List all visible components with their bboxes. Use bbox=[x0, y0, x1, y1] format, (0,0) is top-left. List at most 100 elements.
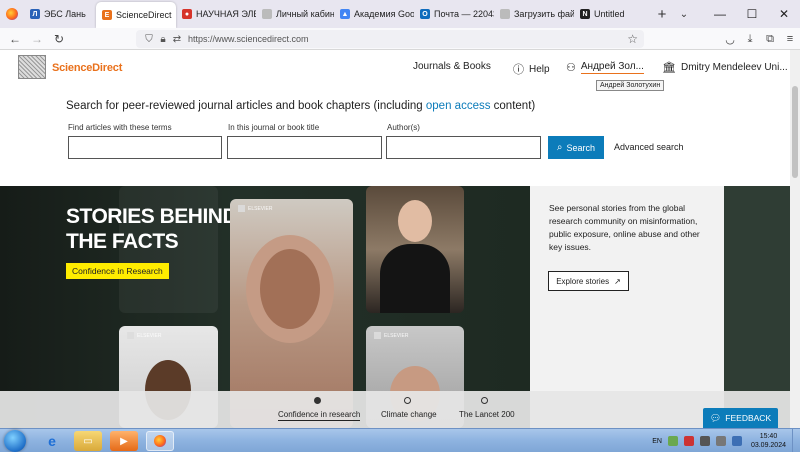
tab-label: Untitled bbox=[594, 9, 625, 19]
page-favicon-icon bbox=[262, 9, 272, 19]
journals-books-link[interactable]: Journals & Books bbox=[413, 61, 491, 72]
outlook-favicon-icon: O bbox=[420, 9, 430, 19]
authors-field-label: Author(s) bbox=[387, 123, 420, 132]
user-account-link[interactable]: ⚇ Андрей Зол... bbox=[566, 61, 644, 74]
search-button[interactable]: ⌕ Search bbox=[548, 136, 604, 159]
terms-input[interactable] bbox=[68, 136, 222, 159]
carousel-label-climate[interactable]: Climate change bbox=[381, 410, 437, 419]
tray-app-icon[interactable] bbox=[667, 436, 678, 446]
clock-time: 15:40 bbox=[759, 433, 778, 440]
help-link[interactable]: ⓘ Help bbox=[513, 61, 550, 77]
file-explorer-icon[interactable]: ▭ bbox=[74, 431, 102, 451]
confidence-badge: Confidence in Research bbox=[66, 263, 169, 279]
media-player-icon[interactable]: ▶ bbox=[110, 431, 138, 451]
menu-icon[interactable]: ≡ bbox=[780, 28, 800, 50]
bookmark-star-icon[interactable]: ☆ bbox=[627, 32, 638, 46]
page-scrollbar[interactable] bbox=[790, 50, 800, 428]
stories-hero-banner: STORIES BEHIND THE FACTS Confidence in R… bbox=[0, 186, 790, 428]
show-desktop-button[interactable] bbox=[792, 429, 800, 452]
close-window-icon[interactable]: ✕ bbox=[768, 0, 800, 28]
volume-icon[interactable] bbox=[715, 436, 726, 446]
scrollbar-thumb[interactable] bbox=[792, 86, 798, 178]
tab-upload-file[interactable]: Загрузить файл — W bbox=[494, 0, 574, 28]
tab-elibrary[interactable]: ● НАУЧНАЯ ЭЛЕКТ bbox=[176, 0, 256, 28]
tab-personal-cabinet[interactable]: Личный кабинет bbox=[256, 0, 334, 28]
user-name-label: Андрей Зол... bbox=[580, 61, 644, 74]
arrow-up-right-icon: ↗ bbox=[614, 276, 621, 286]
tab-outlook-mail[interactable]: O Почта — 220432 bbox=[414, 0, 494, 28]
extensions-icon[interactable]: ⧉ bbox=[760, 28, 780, 50]
journals-books-label: Journals & Books bbox=[413, 61, 491, 72]
carousel-label-confidence[interactable]: Confidence in research bbox=[278, 410, 361, 421]
search-icon: ⌕ bbox=[556, 142, 563, 153]
system-tray: EN 15:40 03.09.2024 bbox=[649, 429, 800, 452]
forward-arrow-icon[interactable]: → bbox=[26, 28, 48, 50]
stories-title: STORIES BEHIND THE FACTS bbox=[66, 204, 238, 254]
carousel-dot-climate[interactable] bbox=[404, 397, 411, 404]
maximize-icon[interactable]: ☐ bbox=[736, 0, 768, 28]
explore-stories-label: Explore stories bbox=[556, 276, 610, 286]
pocket-icon[interactable]: ◡ bbox=[720, 28, 740, 50]
internet-explorer-icon[interactable]: e bbox=[38, 431, 66, 451]
portrait-body-shape bbox=[380, 244, 450, 313]
tray-antivirus-icon[interactable] bbox=[683, 436, 694, 446]
help-label: Help bbox=[529, 63, 550, 75]
address-bar[interactable]: ⛉ 🔒︎ ⇄ https://www.sciencedirect.com ☆ bbox=[136, 30, 644, 48]
tab-sciencedirect[interactable]: E ScienceDirect ✕ bbox=[96, 2, 176, 28]
institution-building-icon: 🏛︎ bbox=[662, 62, 676, 74]
open-access-link[interactable]: open access bbox=[426, 100, 491, 112]
institution-link[interactable]: 🏛︎ Dmitry Mendeleev Uni... bbox=[662, 61, 788, 74]
tracking-shield-icon[interactable]: ⛉ bbox=[142, 34, 156, 45]
portrait-shape bbox=[260, 249, 320, 329]
downloads-icon[interactable]: ⤓ bbox=[740, 28, 760, 50]
firefox-view-icon[interactable] bbox=[0, 0, 24, 28]
carousel-dot-confidence[interactable] bbox=[314, 397, 321, 404]
tab-notion-untitled[interactable]: N Untitled bbox=[574, 0, 650, 28]
hero-description: See personal stories from the global res… bbox=[549, 203, 700, 252]
tab-label: Академия Google bbox=[354, 9, 414, 19]
toolbar-right: ◡ ⤓ ⧉ ≡ bbox=[720, 28, 800, 50]
minimize-icon[interactable]: — bbox=[704, 0, 736, 28]
new-tab-plus-icon[interactable]: + bbox=[650, 0, 674, 28]
authors-input[interactable] bbox=[386, 136, 541, 159]
elsevier-watermark: ELSEVIER bbox=[374, 332, 408, 339]
carousel-dot-lancet[interactable] bbox=[481, 397, 488, 404]
network-icon[interactable] bbox=[699, 436, 710, 446]
video-thumbnail-woman-bookshelf[interactable] bbox=[366, 186, 464, 313]
feedback-label: FEEDBACK bbox=[725, 413, 772, 423]
tab-lan[interactable]: Л ЭБС Лань bbox=[24, 0, 96, 28]
windows-taskbar: e ▭ ▶ EN 15:40 03.09.2024 bbox=[0, 428, 800, 452]
advanced-search-link[interactable]: Advanced search bbox=[614, 142, 684, 152]
page-content: ScienceDirect Journals & Books ⓘ Help ⚇ … bbox=[0, 50, 790, 428]
language-indicator[interactable]: EN bbox=[652, 438, 662, 445]
terms-field-label: Find articles with these terms bbox=[68, 123, 172, 132]
sciencedirect-logo[interactable]: ScienceDirect bbox=[52, 62, 122, 74]
tab-label: ЭБС Лань bbox=[44, 9, 86, 19]
tab-label: ScienceDirect bbox=[116, 10, 172, 20]
system-clock[interactable]: 15:40 03.09.2024 bbox=[751, 432, 786, 450]
site-header: ScienceDirect Journals & Books ⓘ Help ⚇ … bbox=[0, 50, 790, 86]
chat-bubble-icon: 💬︎ bbox=[709, 412, 722, 423]
elsevier-favicon-icon: E bbox=[102, 10, 112, 20]
carousel-label-lancet[interactable]: The Lancet 200 bbox=[459, 410, 515, 419]
explore-stories-button[interactable]: Explore stories ↗ bbox=[548, 271, 629, 291]
elsevier-watermark: ELSEVIER bbox=[127, 332, 161, 339]
feedback-button[interactable]: 💬︎ FEEDBACK bbox=[703, 408, 778, 428]
journal-title-input[interactable] bbox=[227, 136, 382, 159]
elsevier-tree-logo-icon[interactable] bbox=[18, 55, 46, 79]
portrait-shape bbox=[398, 200, 432, 242]
list-tabs-chevron-icon[interactable]: ⌄ bbox=[674, 0, 694, 28]
google-scholar-favicon-icon: ▲ bbox=[340, 9, 350, 19]
lock-icon[interactable]: 🔒︎ bbox=[156, 34, 170, 45]
permissions-icon[interactable]: ⇄ bbox=[170, 34, 184, 45]
tray-flag-icon[interactable] bbox=[731, 436, 742, 446]
reload-icon[interactable]: ↻ bbox=[48, 28, 70, 50]
user-tooltip: Андрей Золотухин bbox=[596, 80, 665, 91]
clock-date: 03.09.2024 bbox=[750, 442, 786, 449]
page-favicon-icon bbox=[500, 9, 510, 19]
back-arrow-icon[interactable]: ← bbox=[4, 28, 26, 50]
windows-start-icon[interactable] bbox=[4, 430, 26, 452]
firefox-taskbar-icon[interactable] bbox=[146, 431, 174, 451]
tab-google-scholar[interactable]: ▲ Академия Google bbox=[334, 0, 414, 28]
url-text[interactable]: https://www.sciencedirect.com bbox=[188, 34, 309, 44]
